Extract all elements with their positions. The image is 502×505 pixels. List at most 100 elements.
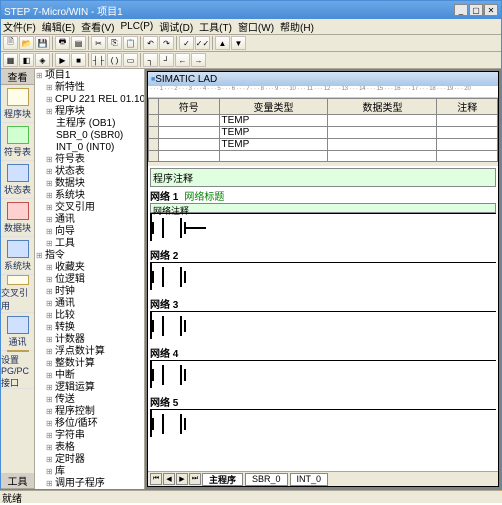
tree-node[interactable]: 状态表 (36, 166, 143, 178)
tree-node[interactable]: 定时器 (36, 454, 143, 466)
rung[interactable] (150, 262, 496, 290)
nav-footer[interactable]: 工具 (1, 473, 34, 489)
var-cell[interactable] (328, 115, 437, 127)
tree-node[interactable]: 表格 (36, 442, 143, 454)
upload-icon[interactable]: ▲ (215, 36, 230, 50)
var-cell[interactable] (219, 151, 328, 162)
cut-icon[interactable]: ✂ (91, 36, 106, 50)
var-header[interactable]: 数据类型 (328, 99, 437, 115)
undo-icon[interactable]: ↶ (143, 36, 158, 50)
tab-next-icon[interactable]: ▶ (176, 473, 188, 485)
line-up-icon[interactable]: ┘ (159, 53, 174, 67)
copy-icon[interactable]: ⎘ (107, 36, 122, 50)
nav-item[interactable]: 系统块 (1, 237, 34, 275)
contact-element[interactable] (152, 369, 186, 381)
print-icon[interactable]: 🖶 (55, 36, 70, 50)
tree-node[interactable]: 程序控制 (36, 406, 143, 418)
redo-icon[interactable]: ↷ (159, 36, 174, 50)
var-cell[interactable] (159, 115, 220, 127)
menu-item[interactable]: 帮助(H) (280, 19, 314, 34)
nav-item[interactable]: 数据块 (1, 199, 34, 237)
var-cell[interactable] (328, 139, 437, 151)
compile-icon[interactable]: ✓ (179, 36, 194, 50)
tree-node[interactable]: 转换 (36, 322, 143, 334)
nav-item[interactable]: 状态表 (1, 161, 34, 199)
tree-node[interactable]: 收藏夹 (36, 262, 143, 274)
rung[interactable] (150, 213, 496, 241)
menu-item[interactable]: 工具(T) (199, 19, 232, 34)
tree-node[interactable]: 调用子程序 (36, 478, 143, 489)
download-icon[interactable]: ▼ (231, 36, 246, 50)
network[interactable]: 网络 5 (150, 394, 496, 437)
nav-item[interactable]: 通讯 (1, 313, 34, 351)
save-icon[interactable]: 💾 (35, 36, 50, 50)
new-icon[interactable]: 🗎 (3, 36, 18, 50)
line-right-icon[interactable]: → (191, 53, 206, 67)
menu-item[interactable]: 文件(F) (3, 19, 36, 34)
rung[interactable] (150, 360, 496, 388)
var-row[interactable]: TEMP (149, 115, 498, 127)
network[interactable]: 网络 4 (150, 345, 496, 388)
status-icon[interactable]: ◧ (19, 53, 34, 67)
contact-element[interactable] (152, 320, 186, 332)
network-comment[interactable]: 网络注释 (150, 203, 496, 213)
contact-element[interactable] (152, 222, 186, 234)
var-cell[interactable]: TEMP (219, 139, 328, 151)
tree-node[interactable]: 字符串 (36, 430, 143, 442)
tree-node[interactable]: 位逻辑 (36, 274, 143, 286)
tab-prev-icon[interactable]: ◀ (163, 473, 175, 485)
var-cell[interactable] (149, 127, 159, 139)
var-cell[interactable]: TEMP (219, 115, 328, 127)
tree-node[interactable]: 系统块 (36, 190, 143, 202)
contact-element[interactable] (152, 271, 186, 283)
tree-node[interactable]: 浮点数计算 (36, 346, 143, 358)
tree-node[interactable]: 主程序 (OB1) (36, 118, 143, 130)
tree-node[interactable]: 向导 (36, 226, 143, 238)
menu-item[interactable]: PLC(P) (120, 21, 153, 32)
var-header[interactable]: 符号 (159, 99, 220, 115)
menu-item[interactable]: 编辑(E) (42, 19, 75, 34)
tree-node[interactable]: SBR_0 (SBR0) (36, 130, 143, 142)
nav-item[interactable]: 程序块 (1, 85, 34, 123)
tree-node[interactable]: 比较 (36, 310, 143, 322)
var-header[interactable]: 变量类型 (219, 99, 328, 115)
box-icon[interactable]: ▭ (123, 53, 138, 67)
tree-node[interactable]: 计数器 (36, 334, 143, 346)
tab-last-icon[interactable]: ⏭ (189, 473, 201, 485)
var-row[interactable]: TEMP (149, 139, 498, 151)
var-row[interactable] (149, 151, 498, 162)
var-cell[interactable] (437, 127, 498, 139)
run-icon[interactable]: ▶ (55, 53, 70, 67)
var-cell[interactable] (149, 115, 159, 127)
network[interactable]: 网络 2 (150, 247, 496, 290)
var-cell[interactable] (328, 127, 437, 139)
paste-icon[interactable]: 📋 (123, 36, 138, 50)
tree-node[interactable]: 中断 (36, 370, 143, 382)
var-header[interactable]: 注释 (437, 99, 498, 115)
stop-icon[interactable]: ■ (71, 53, 86, 67)
tree-node[interactable]: 传送 (36, 394, 143, 406)
editor-tab[interactable]: 主程序 (202, 473, 243, 486)
menu-item[interactable]: 调试(D) (159, 19, 193, 34)
project-tree[interactable]: 项目1新特性CPU 221 REL 01.10程序块主程序 (OB1)SBR_0… (35, 69, 145, 489)
line-down-icon[interactable]: ┐ (143, 53, 158, 67)
var-cell[interactable] (149, 151, 159, 162)
nav-item[interactable]: 交叉引用 (1, 275, 34, 313)
editor-tab[interactable]: INT_0 (290, 473, 329, 486)
var-cell[interactable] (159, 139, 220, 151)
tree-node[interactable]: 逻辑运算 (36, 382, 143, 394)
ladder-editor[interactable]: 程序注释网络 1网络标题网络注释网络 2网络 3网络 4网络 5 (148, 166, 498, 471)
tree-node[interactable]: 程序块 (36, 106, 143, 118)
line-left-icon[interactable]: ← (175, 53, 190, 67)
open-icon[interactable]: 📂 (19, 36, 34, 50)
var-cell[interactable] (437, 139, 498, 151)
title-bar[interactable]: STEP 7-Micro/WIN - 项目1 _ ▢ ✕ (1, 1, 501, 19)
tree-node[interactable]: 交叉引用 (36, 202, 143, 214)
tree-node[interactable]: INT_0 (INT0) (36, 142, 143, 154)
editor-tab[interactable]: SBR_0 (245, 473, 288, 486)
var-cell[interactable] (159, 127, 220, 139)
var-cell[interactable] (149, 139, 159, 151)
var-header[interactable] (149, 99, 159, 115)
contact-icon[interactable]: ┤├ (91, 53, 106, 67)
tree-node[interactable]: 符号表 (36, 154, 143, 166)
